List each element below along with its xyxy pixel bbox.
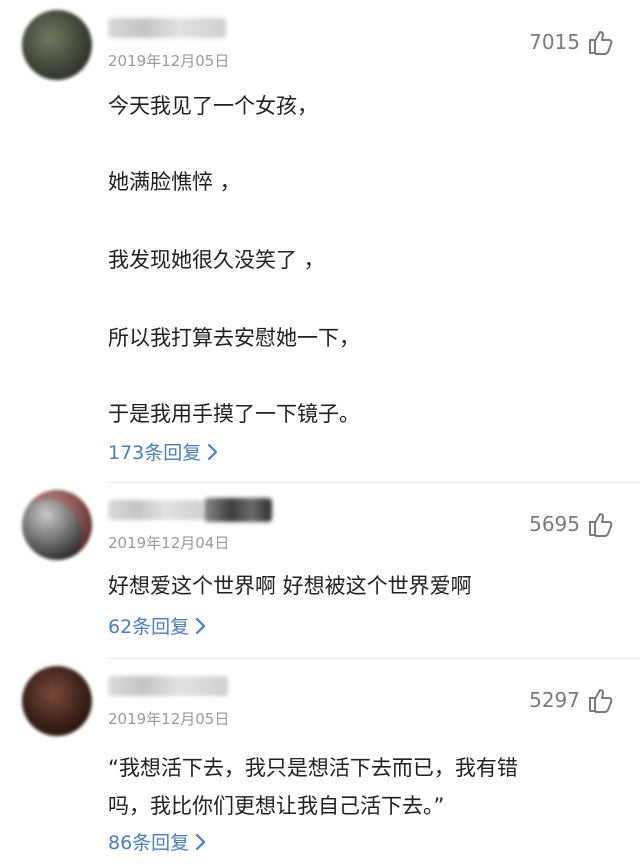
divider [108, 482, 640, 483]
thumbs-up-icon [586, 510, 614, 538]
chevron-right-icon [207, 443, 219, 461]
like-count: 5297 [529, 688, 580, 712]
comment-text-line: 我发现她很久没笑了 ， [108, 248, 325, 272]
thumbs-up-icon [586, 28, 614, 56]
chevron-right-icon [195, 617, 207, 635]
username-blurred[interactable] [108, 18, 226, 38]
comment-date: 2019年12月05日 [108, 52, 230, 70]
like-count: 5695 [529, 512, 580, 536]
username-blurred[interactable] [108, 500, 203, 520]
replies-count: 62条回复 [108, 616, 190, 638]
comment-text-line: 于是我用手摸了一下镜子。 [108, 402, 360, 426]
comment-text-line: 今天我见了一个女孩， [108, 94, 318, 118]
like-button[interactable]: 7015 [529, 28, 614, 56]
view-replies-link[interactable]: 62条回复 [108, 612, 207, 639]
avatar[interactable] [22, 490, 92, 560]
avatar[interactable] [22, 10, 92, 80]
like-count: 7015 [529, 30, 580, 54]
view-replies-link[interactable]: 86条回复 [108, 828, 207, 855]
like-button[interactable]: 5297 [529, 686, 614, 714]
replies-count: 173条回复 [108, 442, 202, 464]
comment-date: 2019年12月04日 [108, 534, 230, 552]
replies-count: 86条回复 [108, 832, 190, 854]
comment-text-line: 所以我打算去安慰她一下， [108, 326, 360, 350]
avatar[interactable] [22, 666, 92, 736]
chevron-right-icon [195, 833, 207, 851]
username-blurred[interactable] [108, 676, 228, 696]
comment-text-line: 她满脸憔悴 ， [108, 170, 241, 194]
comment-text-line: 好想爱这个世界啊 好想被这个世界爱啊 [108, 574, 472, 598]
comment-text-line: “我想活下去，我只是想活下去而已，我有错 [108, 756, 518, 780]
view-replies-link[interactable]: 173条回复 [108, 438, 219, 465]
thumbs-up-icon [586, 686, 614, 714]
username-blurred[interactable] [204, 498, 272, 522]
divider [108, 658, 640, 659]
comment-date: 2019年12月05日 [108, 710, 230, 728]
comment-text-line: 吗，我比你们更想让我自己活下去。” [108, 794, 445, 818]
like-button[interactable]: 5695 [529, 510, 614, 538]
